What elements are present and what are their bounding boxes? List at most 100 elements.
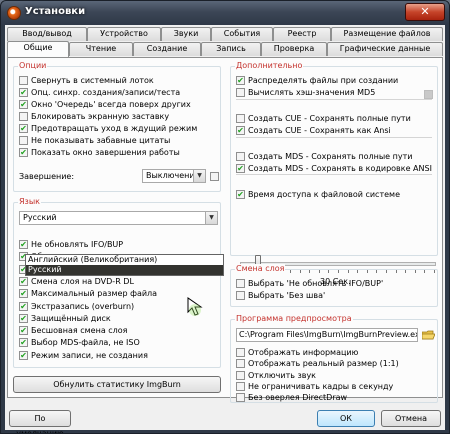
extra-option-checkbox[interactable]: ✔ bbox=[236, 76, 245, 85]
tab-graph-data[interactable]: Графические данные bbox=[327, 42, 443, 56]
language-option-row[interactable]: ✔ Защищённый диск bbox=[19, 313, 111, 325]
language-select[interactable]: Русский ▼ bbox=[19, 211, 218, 225]
preview-option-checkbox[interactable] bbox=[236, 359, 245, 369]
language-group: Язык Русский ▼ ✔Не обновлять IFO/BUP✔Обр… bbox=[13, 197, 221, 368]
chevron-down-icon[interactable]: ▼ bbox=[193, 170, 205, 182]
layer-option-checkbox[interactable] bbox=[236, 291, 245, 300]
shutdown-checkbox[interactable] bbox=[210, 172, 219, 181]
option-checkbox[interactable]: ✔ bbox=[19, 100, 28, 109]
option-checkbox[interactable]: ✔ bbox=[19, 124, 28, 133]
language-option-checkbox[interactable]: ✔ bbox=[19, 350, 28, 360]
preview-option-label: Отображать информацию bbox=[248, 348, 359, 357]
extra-option-row[interactable]: ✔ Время доступа к файловой системе bbox=[236, 189, 400, 201]
dialog-body: Ввод/вывод Устройство Звуки События Реес… bbox=[5, 25, 445, 433]
title-bar[interactable]: Установки ✕ bbox=[1, 1, 449, 25]
language-option-row[interactable]: ✔ Режим записи, не создания bbox=[19, 350, 148, 362]
language-option[interactable]: Английский (Великобритания) bbox=[26, 255, 223, 265]
tab-events[interactable]: События bbox=[211, 27, 273, 41]
layer-option-checkbox[interactable] bbox=[236, 279, 245, 288]
layer-option-row[interactable]: Выбрать 'Без шва' bbox=[236, 290, 325, 302]
shutdown-select-value: Выключение bbox=[146, 171, 200, 180]
extra-option-checkbox[interactable] bbox=[236, 152, 245, 161]
language-option-row[interactable]: ✔ Смена слоя на DVD-R DL bbox=[19, 276, 134, 288]
layer-change-legend: Смена слоя bbox=[235, 264, 286, 274]
extra-option-checkbox[interactable]: ✔ bbox=[236, 164, 245, 173]
option-checkbox[interactable] bbox=[19, 76, 28, 85]
chevron-down-icon[interactable]: ▼ bbox=[205, 212, 217, 224]
preview-path-input[interactable]: C:\Program Files\ImgBurn\ImgBurnPreview.… bbox=[236, 328, 418, 342]
tab-file-placement[interactable]: Размещение файлов bbox=[331, 27, 443, 41]
tab-general[interactable]: Общие bbox=[7, 41, 69, 57]
preview-option-checkbox[interactable] bbox=[236, 393, 245, 403]
tab-write[interactable]: Запись bbox=[201, 42, 261, 56]
language-option-checkbox[interactable]: ✔ bbox=[19, 301, 28, 311]
language-option-row[interactable]: ✔ Выбор MDS-файла, не ISO bbox=[19, 337, 140, 349]
ok-button[interactable]: ОК bbox=[317, 410, 375, 427]
language-option-row[interactable]: ✔ Не обновлять IFO/BUP bbox=[19, 239, 123, 251]
cancel-button[interactable]: Отмена bbox=[381, 410, 441, 427]
preview-option-row[interactable]: Без оверлея DirectDraw bbox=[236, 392, 347, 404]
language-option-label: Выбор MDS-файла, не ISO bbox=[31, 338, 140, 348]
option-row[interactable]: ✔ Окно 'Очередь' всегда поверх других bbox=[19, 99, 191, 111]
language-dropdown-list[interactable]: Английский (Великобритания) Русский bbox=[25, 254, 224, 276]
language-option-checkbox[interactable]: ✔ bbox=[19, 276, 28, 286]
reset-stats-button[interactable]: Обнулить статистику ImgBurn bbox=[13, 376, 221, 393]
language-option-checkbox[interactable]: ✔ bbox=[19, 326, 28, 336]
hash-settings-button[interactable] bbox=[424, 90, 433, 99]
extra-option-row[interactable]: Вычислять хэш-значения MD5 bbox=[236, 87, 375, 99]
default-button[interactable]: По умолчанию bbox=[9, 410, 71, 433]
layer-option-row[interactable]: Выбрать 'Не обновлять IFO/BUP' bbox=[236, 278, 383, 290]
preview-option-row[interactable]: Отключить звук bbox=[236, 370, 316, 382]
option-row[interactable]: ✔ Показать окно завершения работы bbox=[19, 147, 180, 159]
tab-verify[interactable]: Проверка bbox=[261, 42, 327, 56]
preview-option-checkbox[interactable] bbox=[236, 381, 245, 391]
language-option-label: Не обновлять IFO/BUP bbox=[31, 240, 124, 249]
option-checkbox[interactable] bbox=[19, 136, 28, 145]
separator bbox=[236, 137, 432, 138]
tab-registry[interactable]: Реестр bbox=[273, 27, 331, 41]
extra-option-row[interactable]: ✔ Создать CUE - Сохранять как Ansi bbox=[236, 125, 391, 137]
language-option-checkbox[interactable]: ✔ bbox=[19, 240, 28, 249]
language-option-checkbox[interactable]: ✔ bbox=[19, 338, 28, 348]
language-option-checkbox[interactable]: ✔ bbox=[19, 289, 28, 299]
extra-option-row[interactable]: Создать CUE - Сохранять полные пути bbox=[236, 113, 411, 125]
extra-option-checkbox[interactable]: ✔ bbox=[236, 126, 245, 135]
option-checkbox[interactable]: ✔ bbox=[19, 88, 28, 97]
settings-window: Установки ✕ Ввод/вывод Устройство Звуки … bbox=[0, 0, 450, 434]
language-option-checkbox[interactable]: ✔ bbox=[19, 313, 28, 323]
extra-option-row[interactable]: ✔ Распределять файлы при создании bbox=[236, 75, 398, 87]
extra-option-label: Вычислять хэш-значения MD5 bbox=[248, 88, 376, 97]
layer-option-label: Выбрать 'Не обновлять IFO/BUP' bbox=[248, 279, 384, 288]
tab-device[interactable]: Устройство bbox=[87, 27, 161, 41]
extra-option-checkbox[interactable] bbox=[236, 88, 245, 97]
tab-read[interactable]: Чтение bbox=[69, 42, 133, 56]
option-checkbox[interactable]: ✔ bbox=[19, 148, 28, 157]
preview-option-label: Не ограничивать кадры в секунду bbox=[248, 381, 394, 391]
option-row[interactable]: ✔ Предотвращать уход в ждущий режим bbox=[19, 123, 197, 135]
extra-option-row[interactable]: Создать MDS - Сохранять полные пути bbox=[236, 151, 412, 163]
preview-option-row[interactable]: Отображать информацию bbox=[236, 347, 358, 359]
tab-sounds[interactable]: Звуки bbox=[161, 27, 211, 41]
option-row[interactable]: ✔ Опц. синхр. создания/записи/теста bbox=[19, 87, 180, 99]
option-row[interactable]: Свернуть в системный лоток bbox=[19, 75, 154, 87]
preview-option-checkbox[interactable] bbox=[236, 370, 245, 380]
tab-io[interactable]: Ввод/вывод bbox=[7, 27, 87, 41]
preview-option-checkbox[interactable] bbox=[236, 348, 245, 357]
tab-create[interactable]: Создание bbox=[133, 42, 201, 56]
preview-option-row[interactable]: Не ограничивать кадры в секунду bbox=[236, 381, 393, 393]
extra-option-checkbox[interactable]: ✔ bbox=[236, 190, 245, 199]
language-option-row[interactable]: ✔ Бесшовная смена слоя bbox=[19, 325, 127, 337]
preview-option-label: Отключить звук bbox=[248, 370, 317, 380]
language-option-row[interactable]: ✔ Максимальный размер файла bbox=[19, 288, 157, 300]
option-checkbox[interactable] bbox=[19, 112, 28, 121]
preview-option-row[interactable]: Отображать реальный размер (1:1) bbox=[236, 358, 399, 370]
option-row[interactable]: Не показывать забавные цитаты bbox=[19, 135, 170, 147]
language-option-row[interactable]: ✔ Экстразапись (overburn) bbox=[19, 301, 134, 313]
shutdown-select[interactable]: Выключение ▼ bbox=[142, 169, 206, 183]
extra-option-checkbox[interactable] bbox=[236, 114, 245, 123]
close-button[interactable]: ✕ bbox=[405, 3, 445, 21]
language-option-selected[interactable]: Русский bbox=[26, 265, 223, 275]
language-option-label: Бесшовная смена слоя bbox=[31, 326, 128, 336]
folder-icon[interactable] bbox=[422, 330, 435, 340]
option-row[interactable]: Блокировать экранную заставку bbox=[19, 111, 169, 123]
